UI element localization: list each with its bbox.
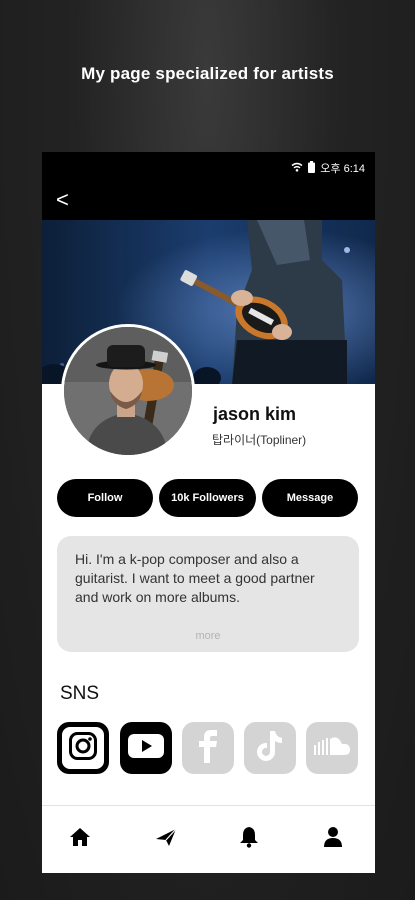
followers-button[interactable]: 10k Followers — [159, 479, 256, 517]
facebook-link[interactable] — [182, 722, 234, 774]
soundcloud-link[interactable] — [306, 722, 358, 774]
profile-role: 탑라이너(Topliner) — [212, 433, 307, 447]
soundcloud-icon — [312, 735, 352, 761]
bio-text: Hi. I'm a k-pop composer and also a guit… — [75, 551, 315, 605]
bell-icon — [239, 826, 259, 852]
avatar[interactable] — [61, 324, 195, 458]
facebook-icon — [193, 729, 223, 767]
nav-divider — [42, 805, 375, 806]
bio-card: Hi. I'm a k-pop composer and also a guit… — [57, 536, 359, 652]
sns-title: SNS — [60, 683, 100, 704]
send-icon — [155, 827, 177, 851]
phone-screen: 오후 6:14 < jason kim 탑라이너(Topliner) Follo… — [42, 152, 375, 873]
nav-home[interactable] — [63, 822, 97, 856]
wifi-icon — [291, 162, 303, 175]
promo-headline: My page specialized for artists — [81, 64, 334, 83]
instagram-link[interactable] — [57, 722, 109, 774]
nav-send[interactable] — [149, 822, 183, 856]
instagram-icon — [68, 731, 98, 765]
profile-name: jason kim — [213, 404, 297, 424]
status-bar: 오후 6:14 — [42, 152, 375, 182]
back-button[interactable]: < — [56, 186, 69, 214]
message-button[interactable]: Message — [262, 479, 358, 517]
profile-icon — [323, 826, 343, 852]
home-icon — [69, 827, 91, 851]
follow-button[interactable]: Follow — [57, 479, 153, 517]
nav-profile[interactable] — [316, 822, 350, 856]
youtube-link[interactable] — [120, 722, 172, 774]
bottom-nav — [42, 808, 375, 873]
bio-more-link[interactable]: more — [57, 630, 359, 642]
nav-notifications[interactable] — [232, 822, 266, 856]
tiktok-icon — [255, 729, 285, 767]
app-bar: < — [42, 182, 375, 220]
tiktok-link[interactable] — [244, 722, 296, 774]
battery-icon — [308, 160, 316, 176]
status-time: 오후 6:14 — [320, 163, 365, 175]
youtube-icon — [127, 732, 165, 764]
